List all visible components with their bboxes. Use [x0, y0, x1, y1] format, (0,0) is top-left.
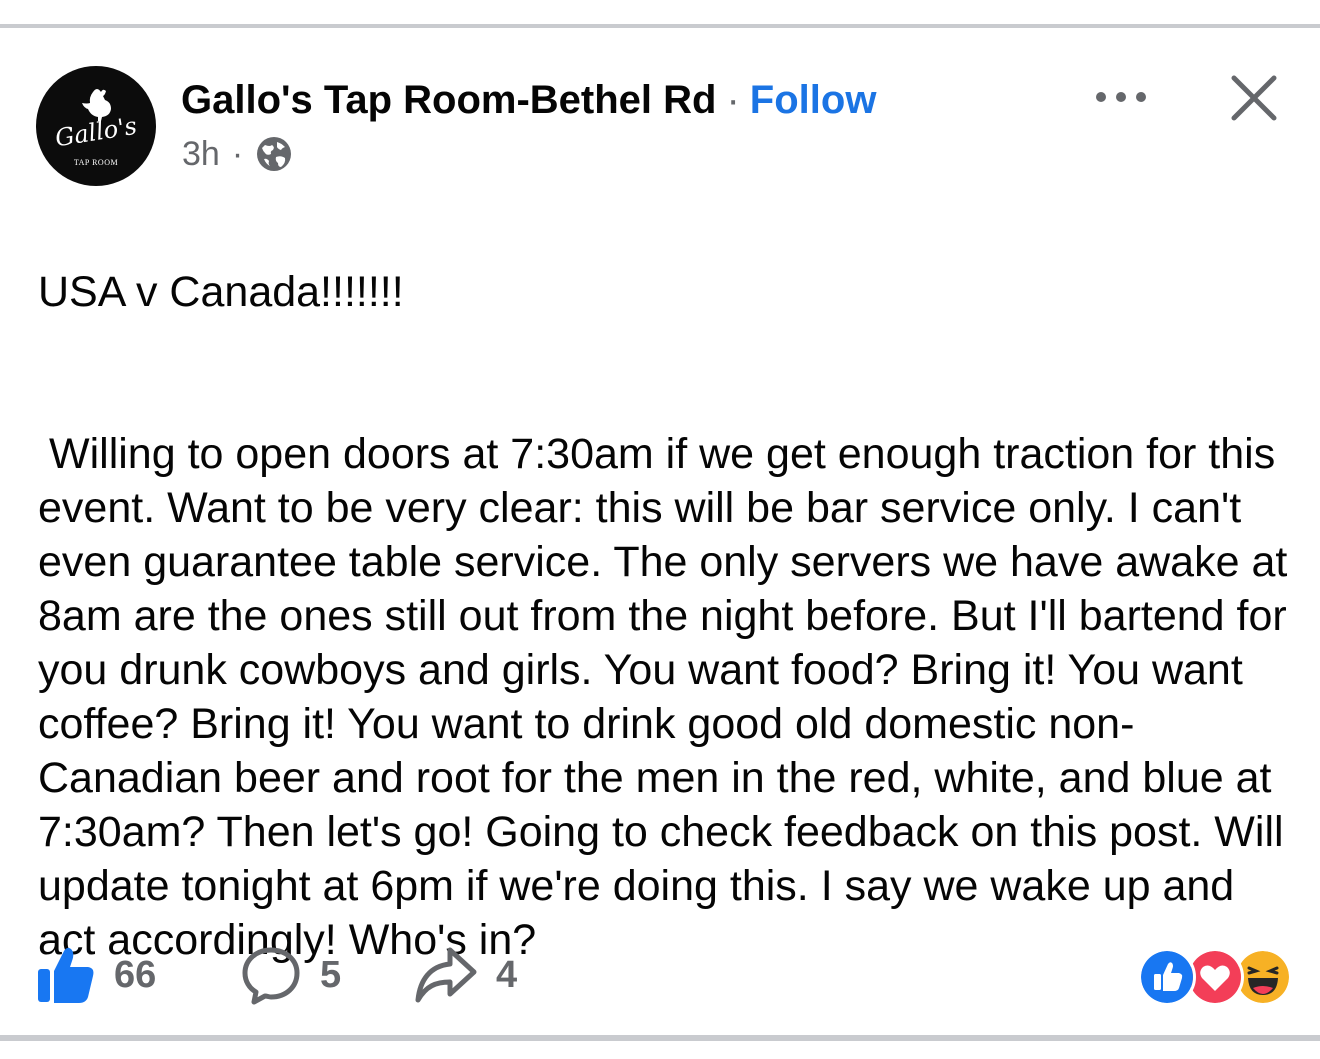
post-message: Willing to open doors at 7:30am if we ge…	[38, 430, 1288, 964]
globe-icon	[257, 137, 292, 171]
close-button[interactable]	[1228, 72, 1280, 124]
like-reaction-icon	[1138, 948, 1196, 1006]
share-button[interactable]: 4	[414, 940, 517, 1010]
post-title: USA v Canada!!!!!!!	[38, 268, 404, 316]
more-options-button[interactable]	[1093, 84, 1149, 110]
comment-count: 5	[320, 953, 342, 996]
top-divider	[0, 0, 1320, 28]
post-meta: 3h ·	[182, 132, 293, 176]
comment-button[interactable]: 5	[240, 940, 341, 1010]
name-separator: ·	[726, 78, 740, 122]
comment-icon	[242, 947, 300, 1005]
like-count: 66	[114, 953, 157, 996]
reaction-summary[interactable]	[1138, 948, 1292, 1006]
follow-button[interactable]: Follow	[750, 78, 877, 122]
like-button[interactable]: 66	[36, 940, 156, 1010]
post-header: Gallo's Tap Room-Bethel Rd · Follow	[181, 78, 876, 123]
logo-subtext: TAP ROOM	[73, 158, 119, 167]
share-arrow-icon	[415, 947, 477, 1003]
post-footer: 66 5 4	[0, 940, 1320, 1010]
share-count: 4	[496, 953, 518, 996]
post-timestamp[interactable]: 3h	[182, 135, 220, 174]
page-name-link[interactable]: Gallo's Tap Room-Bethel Rd	[181, 78, 716, 122]
post-content: USA v Canada!!!!!!! Willing to open door…	[38, 211, 1298, 1021]
meta-separator: ·	[231, 134, 244, 173]
bottom-divider	[0, 1035, 1320, 1041]
thumbs-up-icon	[38, 947, 94, 1003]
page-avatar[interactable]: Gallo's TAP ROOM	[36, 66, 156, 186]
